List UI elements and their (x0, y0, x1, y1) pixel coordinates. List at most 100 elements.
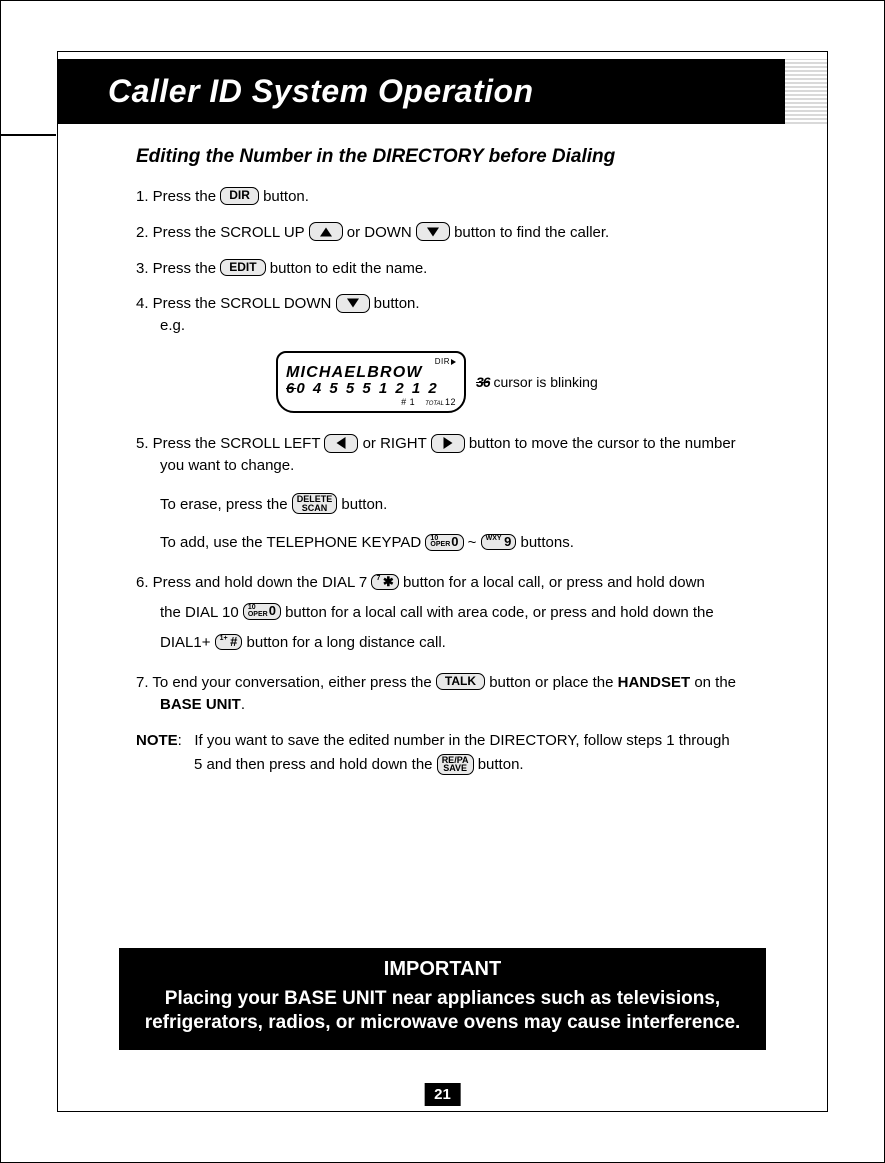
key-scroll-up (309, 222, 343, 241)
key-edit: EDIT (220, 259, 265, 276)
text: button. (263, 188, 309, 205)
text: WXY (486, 535, 502, 542)
text: 3. Press the (136, 260, 220, 277)
triangle-down-icon (427, 227, 439, 236)
text: 9 (504, 534, 511, 549)
page-header: Caller ID System Operation (58, 59, 827, 124)
text: 6. Press and hold down the DIAL 7 (136, 574, 371, 591)
step-4: 4. Press the SCROLL DOWN button. e.g. (136, 293, 804, 337)
step-7: 7. To end your conversation, either pres… (136, 672, 804, 716)
page-body: Editing the Number in the DIRECTORY befo… (136, 146, 804, 1042)
text: 4. Press the SCROLL DOWN (136, 295, 336, 312)
header-corner-pattern (785, 59, 827, 124)
text: or DOWN (347, 224, 416, 241)
text: or RIGHT (363, 435, 431, 452)
text: button for a local call with area code, … (285, 604, 714, 621)
text: button for a local call, or press and ho… (403, 574, 705, 591)
lcd-example: DIR MICHAELBROW 60 4 5 5 5 1 2 1 2 # 1 T… (276, 351, 804, 414)
text: SCAN (297, 504, 333, 513)
key-dir: DIR (220, 187, 259, 204)
text: button. (374, 295, 420, 312)
text: ✱ (383, 574, 394, 589)
key-repa-save: RE/PASAVE (437, 754, 474, 775)
key-oper-0: 10OPER0 (425, 534, 463, 551)
text: 2. Press the SCROLL UP (136, 224, 309, 241)
triangle-right-icon (443, 437, 452, 449)
text: 1 (410, 397, 416, 407)
lcd-dir-indicator: DIR (286, 357, 456, 366)
lcd-annotation: 36 cursor is blinking (476, 374, 598, 390)
key-scroll-left (324, 434, 358, 453)
step-1: 1. Press the DIR button. (136, 186, 804, 208)
key-7-star: 7 ✱ (371, 574, 398, 590)
text: 5 and then press and hold down the (194, 756, 437, 773)
text: DIAL1+ (160, 634, 215, 651)
text: 7 (376, 575, 380, 582)
note-label: NOTE (136, 732, 178, 749)
text: button for a long distance call. (247, 634, 446, 651)
triangle-left-icon (337, 437, 346, 449)
text: # (401, 397, 407, 407)
text: 0 (269, 604, 276, 619)
key-scroll-down (336, 294, 370, 313)
step-3: 3. Press the EDIT button to edit the nam… (136, 258, 804, 280)
text: buttons. (520, 534, 573, 551)
text: 1. Press the (136, 188, 220, 205)
text: 0 (451, 534, 458, 549)
text: . (241, 696, 245, 713)
text: OPER (248, 612, 268, 618)
text: DIR (435, 357, 450, 366)
important-body: Placing your BASE UNIT near appliances s… (137, 987, 748, 1036)
text: : (178, 732, 182, 749)
key-scroll-right (431, 434, 465, 453)
crop-mark (1, 134, 56, 136)
lcd-cursor-char: 6 (286, 380, 296, 397)
text: To erase, press the (160, 496, 292, 513)
triangle-up-icon (320, 227, 332, 236)
cursor-symbol: 36 (476, 374, 490, 390)
key-delete-scan: DELETESCAN (292, 493, 338, 514)
text: you want to change. (160, 455, 804, 477)
text: button. (341, 496, 387, 513)
step-5-erase: To erase, press the DELETESCAN button. (136, 491, 804, 520)
step-2: 2. Press the SCROLL UP or DOWN button to… (136, 222, 804, 244)
key-wxy-9: WXY 9 (481, 534, 517, 550)
text: on the (694, 674, 736, 691)
text: button. (478, 756, 524, 773)
text: 12 (445, 397, 456, 407)
text: 7. To end your conversation, either pres… (136, 674, 436, 691)
text: button or place the (489, 674, 617, 691)
text: SAVE (442, 764, 469, 773)
text: cursor is blinking (490, 374, 598, 390)
step-5-add: To add, use the TELEPHONE KEYPAD 10OPER0… (136, 529, 804, 558)
section-heading: Editing the Number in the DIRECTORY befo… (136, 146, 804, 168)
text: If you want to save the edited number in… (194, 732, 729, 749)
text: button to find the caller. (454, 224, 609, 241)
text: # (230, 634, 237, 649)
text: 1+ (220, 635, 228, 642)
note: NOTE: If you want to save the edited num… (136, 729, 804, 777)
lcd-line-1: MICHAELBROW (286, 365, 456, 381)
step-5: 5. Press the SCROLL LEFT or RIGHT button… (136, 433, 804, 477)
text: ~ (468, 534, 481, 551)
text: TOTAL (425, 401, 444, 407)
step-6: 6. Press and hold down the DIAL 7 7 ✱ bu… (136, 568, 804, 658)
lcd-line-2: 60 4 5 5 5 1 2 1 2 (286, 381, 456, 398)
key-talk: TALK (436, 673, 485, 690)
text: button to edit the name. (270, 260, 428, 277)
page-number: 21 (424, 1083, 461, 1106)
lcd-footer: # 1 TOTAL12 (286, 397, 456, 407)
page-title: Caller ID System Operation (108, 73, 534, 110)
text: OPER (430, 542, 450, 548)
triangle-down-icon (347, 299, 359, 308)
text: the DIAL 10 (160, 604, 243, 621)
text: 5. Press the SCROLL LEFT (136, 435, 324, 452)
important-box: IMPORTANT Placing your BASE UNIT near ap… (119, 948, 766, 1050)
key-oper-0: 10OPER0 (243, 603, 281, 620)
play-icon (451, 359, 456, 365)
text: To add, use the TELEPHONE KEYPAD (160, 534, 425, 551)
text: button to move the cursor to the number (469, 435, 736, 452)
key-1-hash: 1+ # (215, 634, 243, 650)
example-label: e.g. (160, 315, 804, 337)
text-base-unit: BASE UNIT (160, 696, 241, 713)
